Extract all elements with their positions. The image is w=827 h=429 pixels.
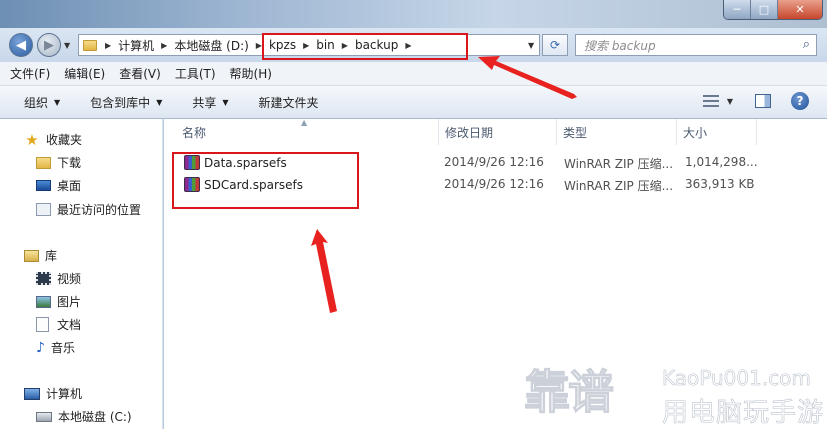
watermark-brand: 靠谱 bbox=[524, 365, 615, 420]
explorer-window: ─ □ ✕ ◀ ▶ ▼ ▶ 计算机 ▶ 本地磁盘 (D:) ▶ kpzs ▶ b… bbox=[0, 0, 827, 429]
arrow-to-address bbox=[478, 56, 577, 99]
watermark: 靠谱 KaoPu001.com 用电脑玩手游 bbox=[524, 362, 827, 429]
arrow-to-files bbox=[311, 229, 337, 313]
watermark-url: KaoPu001.com bbox=[662, 366, 811, 391]
watermark-slogan: 用电脑玩手游 bbox=[662, 398, 825, 429]
